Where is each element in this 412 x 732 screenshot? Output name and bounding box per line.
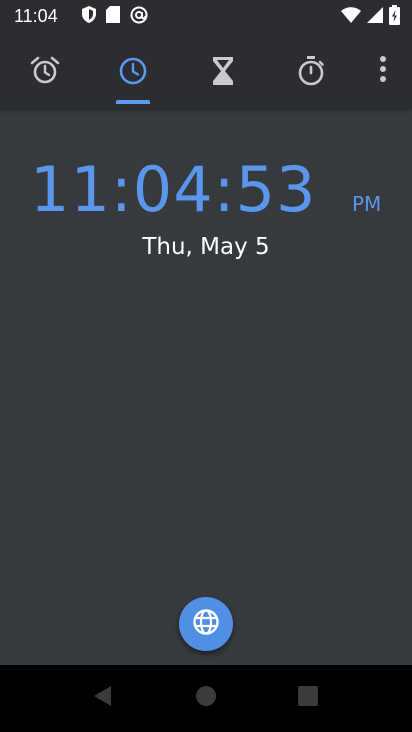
- wifi-icon: [341, 6, 361, 28]
- clock-app-screen: 11:04 11:04:53 PM Thu, May 5: [0, 0, 412, 732]
- more-vert-icon: [379, 55, 387, 88]
- tab-clock[interactable]: [98, 34, 168, 108]
- overflow-menu-button[interactable]: [368, 34, 398, 108]
- system-icons: [341, 4, 400, 30]
- globe-icon: [192, 608, 220, 641]
- stopwatch-icon: [295, 55, 327, 87]
- notification-icons: [82, 6, 148, 29]
- battery-charging-icon: [389, 4, 400, 30]
- shield-icon: [82, 6, 96, 28]
- clock-icon: [117, 55, 149, 87]
- alarm-clock-icon: [29, 55, 61, 87]
- selected-tab-indicator: [116, 100, 150, 104]
- nav-back-button[interactable]: [72, 665, 132, 732]
- clock-ampm: PM: [352, 192, 382, 216]
- status-time: 11:04: [14, 6, 58, 26]
- tab-alarm[interactable]: [10, 34, 80, 108]
- clock-date: Thu, May 5: [142, 234, 270, 260]
- nav-recents-button[interactable]: [278, 665, 338, 732]
- back-icon: [91, 684, 113, 713]
- home-icon: [195, 685, 217, 712]
- nav-home-button[interactable]: [176, 665, 236, 732]
- navigation-bar: [0, 665, 412, 732]
- tab-timer[interactable]: [188, 34, 258, 108]
- sd-card-icon: [106, 6, 120, 28]
- at-sign-icon: [130, 6, 148, 29]
- tab-bar: [0, 34, 412, 108]
- recents-icon: [297, 685, 319, 712]
- hourglass-icon: [209, 55, 237, 87]
- clock-time: 11:04:53: [30, 153, 317, 226]
- cell-signal-icon: [367, 6, 383, 28]
- tab-stopwatch[interactable]: [276, 34, 346, 108]
- digital-clock: 11:04:53 PM: [0, 150, 412, 230]
- status-bar: 11:04: [0, 0, 412, 34]
- world-clock-button[interactable]: [179, 597, 233, 651]
